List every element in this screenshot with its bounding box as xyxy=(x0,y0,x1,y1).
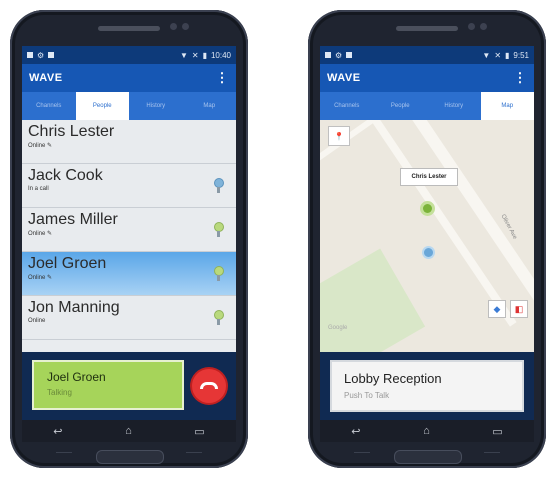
app-bar: WAVE ⋮ xyxy=(22,64,236,92)
contact-status: Online xyxy=(28,318,46,324)
tab-people[interactable]: People xyxy=(75,92,129,120)
talking-card[interactable]: Joel Groen Talking xyxy=(32,360,184,410)
location-pin-icon[interactable] xyxy=(214,222,224,237)
maps-app-icon[interactable]: ◧ xyxy=(510,300,528,318)
contact-name: Jon Manning xyxy=(28,299,120,316)
front-camera xyxy=(468,23,475,30)
contact-status: In a call xyxy=(28,186,49,192)
call-name: Joel Groen xyxy=(47,370,106,384)
earpiece xyxy=(396,26,458,31)
person-marker-icon[interactable] xyxy=(423,204,432,213)
location-pin-icon[interactable] xyxy=(214,266,224,281)
home-icon-button[interactable]: ⌂ xyxy=(423,425,430,437)
signal-icon: ✕ xyxy=(494,50,502,60)
settings-icon: ⚙ xyxy=(335,50,343,60)
tab-channels[interactable]: Channels xyxy=(320,92,374,120)
clock: 9:51 xyxy=(513,50,529,60)
screen: ⚙ ▼ ✕ ▮ 9:51 WAVE ⋮ Channels People Hist… xyxy=(320,46,534,420)
home-icon-button[interactable]: ⌂ xyxy=(125,425,132,437)
sensor xyxy=(480,23,487,30)
contact-row-selected[interactable]: Joel Groen Online ✎ xyxy=(22,252,236,296)
app-bar: WAVE ⋮ xyxy=(320,64,534,92)
sensor xyxy=(182,23,189,30)
hardware-menu-key[interactable] xyxy=(354,452,370,459)
image-icon xyxy=(48,52,55,58)
nav-bar: ↩ ⌂ ▭ xyxy=(22,420,236,442)
park-area xyxy=(320,248,426,352)
tab-bar: Channels People History Map xyxy=(22,92,236,120)
call-status: Talking xyxy=(47,388,72,397)
contact-status: Online ✎ xyxy=(28,231,53,237)
status-bar: ⚙ ▼ ✕ ▮ 9:51 xyxy=(320,46,534,64)
contact-name: Joel Groen xyxy=(28,255,107,272)
contact-list: Chris Lester Online ✎ Jack Cook In a cal… xyxy=(22,120,236,340)
phone-right: ⚙ ▼ ✕ ▮ 9:51 WAVE ⋮ Channels People Hist… xyxy=(308,10,546,468)
hang-up-button[interactable] xyxy=(192,369,226,403)
hardware-back-key[interactable] xyxy=(186,452,202,459)
tab-bar: Channels People History Map xyxy=(320,92,534,120)
wifi-icon: ▼ xyxy=(482,50,491,60)
channel-name: Lobby Reception xyxy=(344,371,442,386)
contact-name: James Miller xyxy=(28,211,118,228)
contact-row[interactable]: Jack Cook In a call xyxy=(22,164,236,208)
location-pin-icon[interactable] xyxy=(214,310,224,325)
contact-name: Chris Lester xyxy=(28,123,115,140)
contact-status: Online ✎ xyxy=(28,275,53,281)
nav-bar: ↩ ⌂ ▭ xyxy=(320,420,534,442)
hardware-back-key[interactable] xyxy=(484,452,500,459)
map-view[interactable]: 📍 Chris Lester Oliver Ave ◆ ◧ Google xyxy=(320,120,534,352)
contact-row[interactable]: James Miller Online ✎ xyxy=(22,208,236,252)
compass-icon[interactable]: ◆ xyxy=(488,300,506,318)
tab-history[interactable]: History xyxy=(427,92,481,120)
recents-button[interactable]: ▭ xyxy=(194,425,204,438)
tab-history[interactable]: History xyxy=(129,92,183,120)
contact-name: Jack Cook xyxy=(28,167,103,184)
map-logo: Google xyxy=(328,325,348,331)
hardware-menu-key[interactable] xyxy=(56,452,72,459)
status-bar: ⚙ ▼ ✕ ▮ 10:40 xyxy=(22,46,236,64)
tab-people[interactable]: People xyxy=(374,92,428,120)
front-camera xyxy=(170,23,177,30)
phone-left: ⚙ ▼ ✕ ▮ 10:40 WAVE ⋮ Channels People His… xyxy=(10,10,248,468)
channel-bar: Lobby Reception Push To Talk xyxy=(320,352,534,420)
tab-map[interactable]: Map xyxy=(480,92,534,120)
app-title: WAVE xyxy=(327,72,361,84)
hardware-home-button[interactable] xyxy=(394,450,462,464)
screen: ⚙ ▼ ✕ ▮ 10:40 WAVE ⋮ Channels People His… xyxy=(22,46,236,420)
hardware-home-button[interactable] xyxy=(96,450,164,464)
more-vert-icon[interactable]: ⋮ xyxy=(216,70,230,86)
marker-label: Chris Lester xyxy=(400,168,458,186)
map-pin-icon[interactable]: 📍 xyxy=(328,126,350,146)
image-icon xyxy=(346,52,353,58)
signal-icon: ✕ xyxy=(191,50,199,60)
settings-icon: ⚙ xyxy=(37,50,45,60)
tab-map[interactable]: Map xyxy=(183,92,237,120)
battery-icon: ▮ xyxy=(505,50,510,60)
back-button[interactable]: ↩ xyxy=(351,425,360,438)
channel-status: Push To Talk xyxy=(344,391,390,400)
tab-channels[interactable]: Channels xyxy=(22,92,76,120)
app-title: WAVE xyxy=(29,72,63,84)
more-vert-icon[interactable]: ⋮ xyxy=(514,70,528,86)
battery-icon: ▮ xyxy=(202,50,207,60)
channel-card[interactable]: Lobby Reception Push To Talk xyxy=(330,360,524,412)
earpiece xyxy=(98,26,160,31)
contact-status: Online ✎ xyxy=(28,143,53,149)
active-call-bar: Joel Groen Talking xyxy=(22,352,236,420)
recents-button[interactable]: ▭ xyxy=(492,425,502,438)
wifi-icon: ▼ xyxy=(179,50,188,60)
notification-icon xyxy=(27,52,33,58)
notification-icon xyxy=(325,52,331,58)
location-pin-icon[interactable] xyxy=(214,178,224,193)
my-location-marker-icon[interactable] xyxy=(424,248,433,257)
clock: 10:40 xyxy=(210,50,231,60)
contact-row[interactable]: Chris Lester Online ✎ xyxy=(22,120,236,164)
back-button[interactable]: ↩ xyxy=(53,425,62,438)
contact-row[interactable]: Jon Manning Online xyxy=(22,296,236,340)
